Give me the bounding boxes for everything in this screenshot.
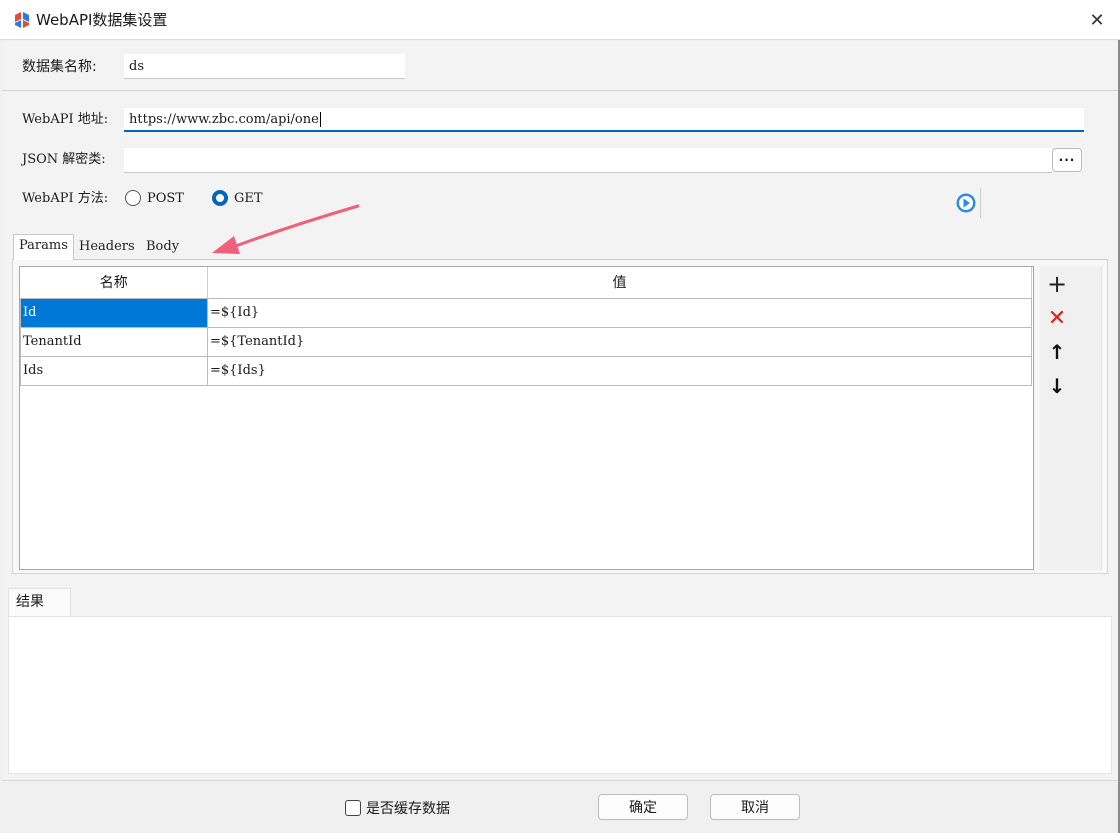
delete-icon: ✕ — [1047, 305, 1067, 331]
plus-icon: + — [1046, 270, 1068, 298]
tab-params[interactable]: Params — [13, 234, 74, 260]
table-row[interactable]: Ids =${Ids} — [20, 355, 1032, 386]
browse-button[interactable]: ··· — [1052, 148, 1082, 172]
tab-params-label: Params — [19, 238, 68, 253]
dialog-footer — [2, 780, 1118, 830]
radio-circle-icon — [125, 190, 141, 206]
params-grid[interactable]: 名称 值 Id =${Id} TenantId =${TenantId} Ids… — [19, 266, 1034, 570]
param-name-cell[interactable]: TenantId — [20, 326, 208, 357]
move-down-button[interactable]: ↓ — [1044, 373, 1070, 399]
url-input[interactable]: https://www.zbc.com/api/one — [124, 108, 1084, 132]
cache-data-checkbox[interactable]: 是否缓存数据 — [345, 798, 450, 818]
move-up-button[interactable]: ↑ — [1044, 339, 1070, 365]
result-tab-label: 结果 — [16, 594, 44, 610]
ellipsis-icon: ··· — [1058, 153, 1076, 167]
result-tab[interactable]: 结果 — [8, 588, 71, 617]
add-row-button[interactable]: + — [1044, 270, 1070, 298]
table-header-row: 名称 值 — [20, 267, 1032, 299]
table-row[interactable]: Id =${Id} — [20, 297, 1032, 328]
result-output[interactable] — [8, 616, 1112, 774]
dataset-name-label: 数据集名称: — [22, 59, 97, 75]
cache-data-label: 是否缓存数据 — [366, 801, 450, 817]
tab-headers[interactable]: Headers — [74, 236, 140, 260]
close-icon: ✕ — [1089, 9, 1105, 31]
dataset-name-input[interactable]: ds — [124, 54, 405, 79]
method-label: WebAPI 方法: — [22, 191, 109, 206]
column-header-value[interactable]: 值 — [207, 267, 1032, 299]
tab-headers-label: Headers — [79, 239, 135, 254]
param-value-cell[interactable]: =${Ids} — [207, 355, 1032, 386]
column-header-name[interactable]: 名称 — [20, 267, 208, 299]
checkbox-icon — [345, 800, 361, 816]
decrypt-label: JSON 解密类: — [22, 152, 106, 167]
method-post-radio[interactable]: POST — [125, 190, 184, 206]
cancel-button[interactable]: 取消 — [710, 794, 800, 820]
arrow-up-icon: ↑ — [1048, 340, 1066, 364]
table-row[interactable]: TenantId =${TenantId} — [20, 326, 1032, 357]
url-label: WebAPI 地址: — [22, 112, 109, 127]
delete-row-button[interactable]: ✕ — [1044, 305, 1070, 331]
app-logo-icon — [15, 12, 29, 28]
cancel-button-label: 取消 — [741, 800, 769, 816]
dataset-name-value: ds — [129, 58, 144, 74]
window-title: WebAPI数据集设置 — [36, 11, 168, 29]
ok-button-label: 确定 — [629, 800, 657, 816]
tab-body[interactable]: Body — [141, 236, 184, 260]
play-icon — [956, 193, 975, 213]
ok-button[interactable]: 确定 — [598, 794, 688, 820]
decrypt-input[interactable] — [124, 148, 1052, 173]
params-table: 名称 值 Id =${Id} TenantId =${TenantId} Ids… — [20, 267, 1032, 386]
text-cursor — [319, 111, 321, 127]
param-value-cell[interactable]: =${Id} — [207, 297, 1032, 328]
arrow-down-icon: ↓ — [1048, 374, 1066, 398]
section-divider — [2, 90, 1118, 91]
annotation-arrow-icon — [212, 204, 360, 254]
param-value-cell[interactable]: =${TenantId} — [207, 326, 1032, 357]
param-name-cell[interactable]: Ids — [20, 355, 208, 386]
tab-body-label: Body — [146, 239, 180, 254]
method-post-label: POST — [147, 190, 184, 206]
run-request-button[interactable] — [951, 188, 981, 218]
close-button[interactable]: ✕ — [1084, 8, 1110, 32]
param-name-cell[interactable]: Id — [20, 297, 208, 328]
title-bar: WebAPI数据集设置 ✕ — [0, 0, 1120, 40]
url-value: https://www.zbc.com/api/one — [129, 111, 319, 127]
